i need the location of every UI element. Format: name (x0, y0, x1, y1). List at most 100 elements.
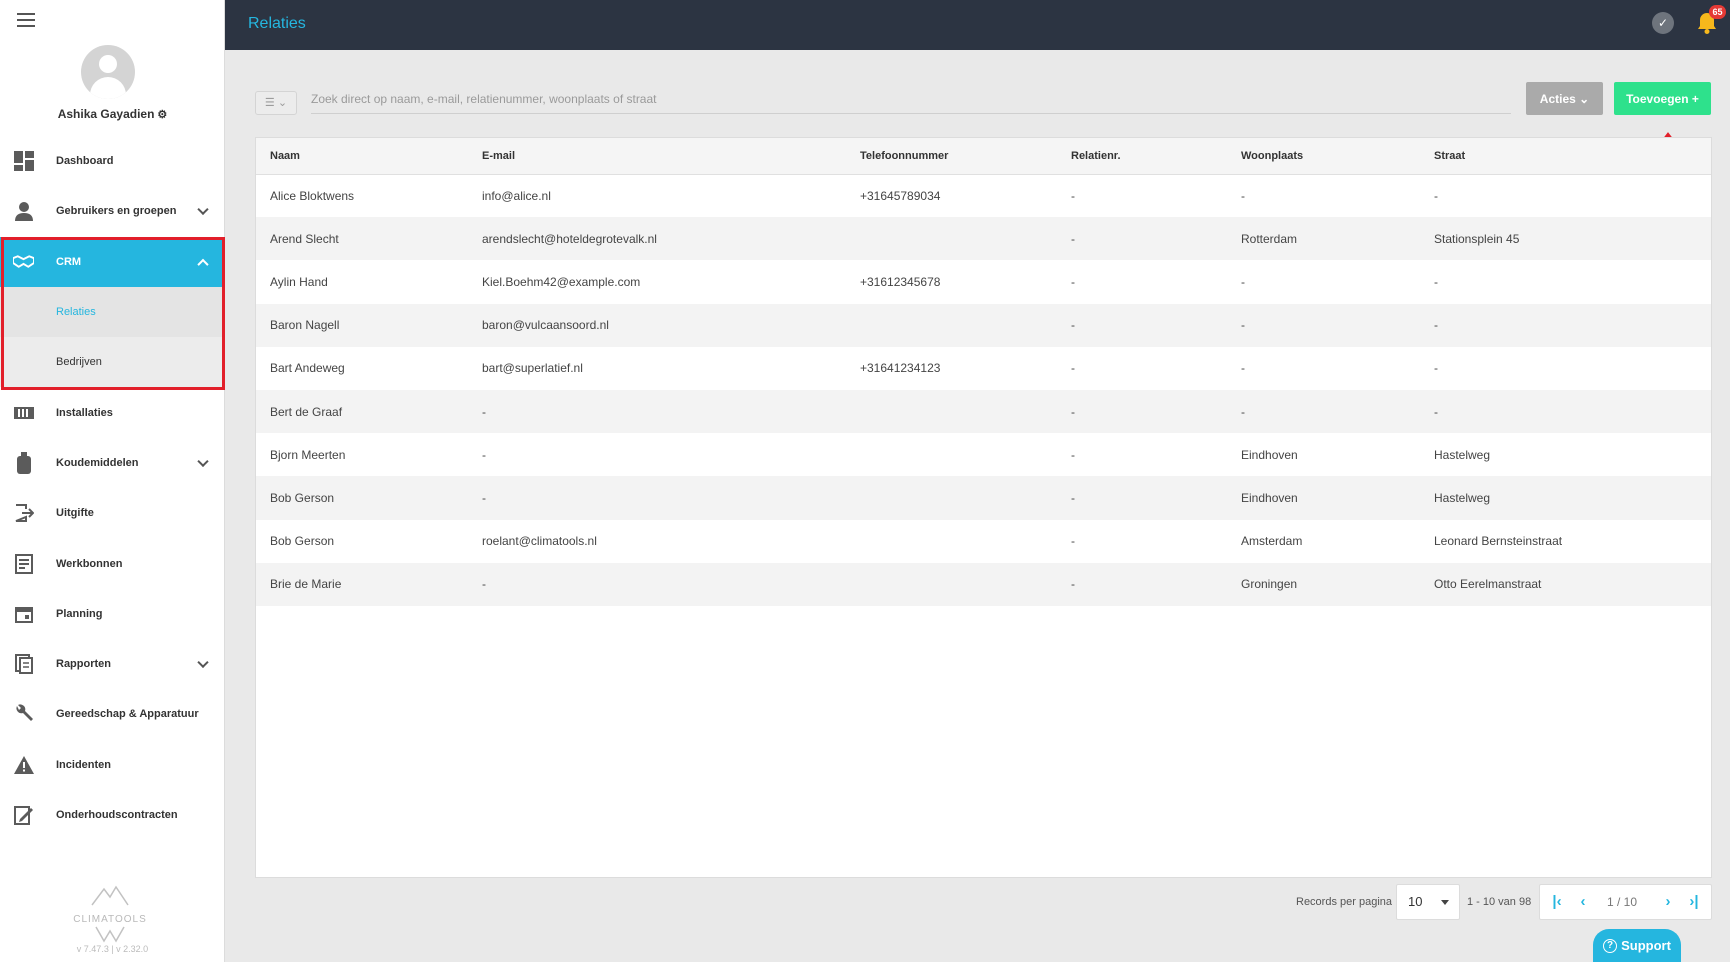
first-page-icon[interactable]: |‹ (1548, 893, 1566, 911)
sidebar-item-relaties[interactable]: Relaties (0, 286, 225, 338)
sidebar-item-koudemiddelen[interactable]: Koudemiddelen (0, 438, 225, 488)
column-header[interactable]: Telefoonnummer (846, 138, 1057, 175)
table-cell: - (1241, 361, 1245, 376)
chevron-down-icon[interactable] (197, 204, 209, 216)
table-row[interactable]: Bart Andeweg bart@superlatief.nl +31641234… (256, 347, 1711, 390)
table-cell: baron@vulcaansoord.nl (468, 303, 846, 347)
table-cell: Alice Bloktwens (270, 188, 355, 203)
chevron-down-icon[interactable] (197, 656, 209, 669)
notification-badge: 65 (1709, 5, 1726, 19)
table-row[interactable]: Aylin Hand Kiel.Boehm42@example.com +31612… (256, 260, 1711, 303)
column-header[interactable]: E-mail (468, 138, 846, 175)
table-cell: Bob Gerson (256, 476, 468, 520)
table-body: Alice Bloktwens info@alice.nl +31645789034… (256, 174, 1711, 606)
sidebar-item-label: Gebruikers en groepen (56, 205, 177, 218)
sidebar-item-installaties[interactable]: Installaties (0, 387, 225, 437)
page-title: Relaties (248, 15, 306, 32)
table-row[interactable]: Bob Gerson roelant@climatools.nl - Amsterda… (256, 520, 1711, 563)
table-cell: - (1071, 361, 1075, 376)
sidebar-item-label: Installaties (56, 406, 113, 419)
sidebar-item-uitgifte[interactable]: Uitgifte (0, 488, 225, 538)
table-cell: - (1227, 303, 1420, 347)
sidebar-item-label: Koudemiddelen (56, 456, 139, 469)
next-page-icon[interactable]: › (1659, 893, 1677, 911)
table-row[interactable]: Alice Bloktwens info@alice.nl +31645789034… (256, 174, 1711, 217)
relations-table-card: Naam E-mail Telefoonnummer Relatienr. Woonpl… (255, 137, 1712, 878)
table-cell: - (1071, 188, 1075, 203)
table-cell: +31612345678 (860, 274, 941, 289)
sidebar-item-label: Bedrijven (56, 356, 102, 369)
table-row[interactable]: Bob Gerson - - Eindhoven Hastelweg (256, 476, 1711, 520)
filter-button[interactable]: ☰ ⌄ (255, 91, 297, 115)
user-name[interactable]: Ashika Gayadien ⚙ (0, 107, 225, 121)
sidebar-item-planning[interactable]: Planning (0, 589, 225, 639)
table-cell: - (1420, 389, 1711, 434)
climatools-logo: CLIMATOOLS (60, 885, 160, 948)
sidebar-item-incidenten[interactable]: Incidenten (0, 740, 225, 790)
table-cell: Kiel.Boehm42@example.com (482, 274, 641, 289)
sidebar-item-onderhoudscontracten[interactable]: Onderhoudscontracten (0, 790, 225, 840)
table-row[interactable]: Baron Nagell baron@vulcaansoord.nl - - - (256, 303, 1711, 347)
last-page-icon[interactable]: ›| (1685, 893, 1703, 911)
table-cell: Hastelweg (1420, 476, 1711, 520)
sidebar-item-label: Relaties (56, 306, 96, 319)
table-cell (846, 476, 1057, 520)
sidebar-item-rapporten[interactable]: Rapporten (0, 639, 225, 689)
acties-button[interactable]: Acties ⌄ (1526, 82, 1603, 115)
sidebar-item-dashboard[interactable]: Dashboard (0, 136, 225, 186)
table-cell: roelant@climatools.nl (482, 534, 597, 549)
table-row[interactable]: Brie de Marie - - Groningen Otto Eerelmanstr… (256, 562, 1711, 606)
table-row[interactable]: Bert de Graaf - - - - (256, 389, 1711, 434)
table-cell: - (1420, 303, 1711, 347)
column-header[interactable]: Relatienr. (1057, 138, 1227, 175)
table-row[interactable]: Arend Slecht arendslecht@hoteldegrotevalk… (256, 217, 1711, 261)
table-cell: Baron Nagell (256, 303, 468, 347)
table-cell: Hastelweg (1434, 447, 1491, 462)
table-cell: Brie de Marie (256, 562, 468, 606)
table-cell: - (1071, 447, 1075, 462)
sidebar-item-bedrijven[interactable]: Bedrijven (0, 337, 225, 388)
search-input[interactable] (311, 84, 1511, 114)
user-icon (13, 201, 34, 222)
table-cell: - (1057, 562, 1227, 606)
sidebar-item-werkbonnen[interactable]: Werkbonnen (0, 538, 225, 588)
column-header[interactable]: Woonplaats (1227, 138, 1420, 175)
logo-text: CLIMATOOLS (73, 914, 147, 925)
chevron-down-icon[interactable] (197, 455, 209, 467)
table-cell: Bert de Graaf (256, 389, 468, 434)
table-cell: - (1057, 389, 1227, 434)
report-icon (13, 654, 34, 675)
sidebar-item-gebruikers[interactable]: Gebruikers en groepen (0, 186, 225, 236)
records-per-page-select[interactable]: 10 (1396, 884, 1460, 920)
add-relation-button[interactable]: Toevoegen + (1614, 82, 1711, 115)
table-cell: Eindhoven (1241, 447, 1298, 462)
menu-icon[interactable] (17, 13, 35, 27)
sidebar-item-label: Dashboard (56, 155, 114, 168)
chevron-up-icon[interactable] (197, 258, 209, 270)
gear-icon[interactable]: ⚙ (157, 109, 167, 121)
sidebar: Ashika Gayadien ⚙ Dashboard Gebruikers en… (0, 0, 225, 962)
sidebar-item-gereedschap[interactable]: Gereedschap & Apparatuur (0, 689, 225, 739)
sidebar-item-label: Onderhoudscontracten (56, 809, 178, 821)
table-cell: Otto Eerelmanstraat (1420, 562, 1711, 606)
cylinder-icon (13, 451, 34, 474)
per-page-value: 10 (1408, 894, 1423, 909)
avatar[interactable] (81, 45, 135, 99)
support-button[interactable]: ? Support (1593, 929, 1681, 962)
question-icon: ? (1603, 939, 1618, 954)
chevron-down-icon: ⌄ (1579, 91, 1590, 106)
prev-page-icon[interactable]: ‹ (1574, 893, 1592, 911)
caret-down-icon (1441, 900, 1449, 905)
installation-icon (13, 402, 34, 423)
sidebar-item-label: CRM (56, 255, 82, 268)
column-header[interactable]: Naam (256, 138, 468, 175)
table-cell: - (1057, 217, 1227, 261)
table-cell: - (1071, 274, 1075, 289)
table-row[interactable]: Bjorn Meerten - - Eindhoven Hastelweg (256, 433, 1711, 476)
column-header[interactable]: Straat (1420, 138, 1711, 175)
table-cell (846, 562, 1057, 606)
table-cell: - (1434, 274, 1438, 289)
sidebar-item-crm[interactable]: CRM (0, 236, 225, 287)
check-icon[interactable]: ✓ (1652, 12, 1674, 34)
table-cell: Aylin Hand (270, 274, 328, 289)
